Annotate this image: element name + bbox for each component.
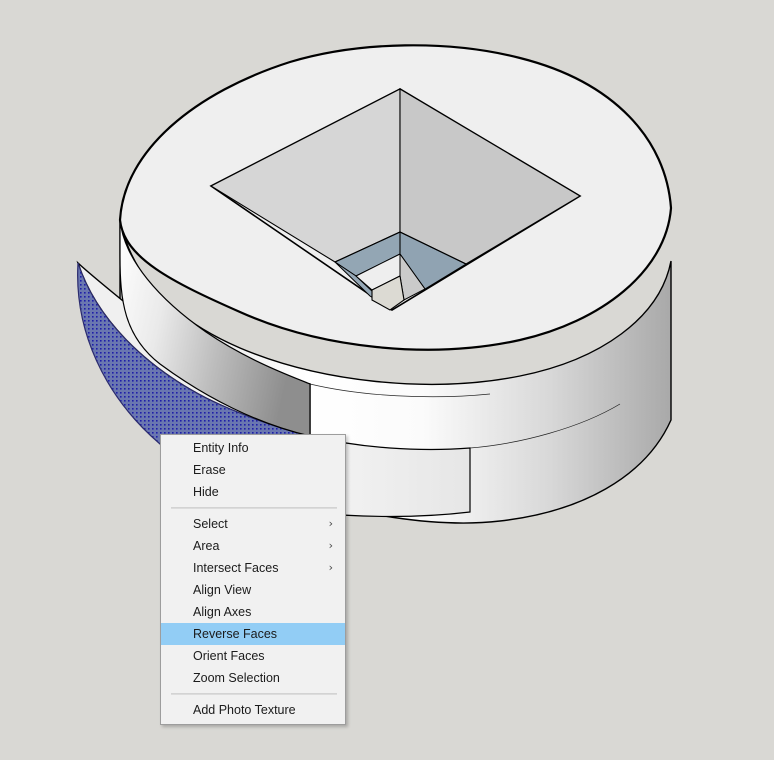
menu-item-add-photo-texture[interactable]: Add Photo Texture [161,699,345,721]
menu-item-label: Orient Faces [193,649,265,663]
model-viewport[interactable] [0,0,774,760]
menu-item-hide[interactable]: Hide [161,481,345,503]
menu-item-erase[interactable]: Erase [161,459,345,481]
chevron-right-icon: › [328,539,333,552]
menu-item-label: Select [193,517,228,531]
menu-item-label: Align View [193,583,252,597]
menu-item-label: Intersect Faces [193,561,279,575]
menu-item-reverse-faces[interactable]: Reverse Faces [161,623,345,645]
chevron-right-icon: › [328,561,333,574]
menu-item-label: Zoom Selection [193,671,280,685]
context-menu[interactable]: Entity Info Erase Hide Select › Area › I… [160,434,346,725]
menu-item-intersect-faces[interactable]: Intersect Faces › [161,557,345,579]
menu-item-label: Add Photo Texture [193,703,296,717]
menu-item-orient-faces[interactable]: Orient Faces [161,645,345,667]
menu-item-zoom-selection[interactable]: Zoom Selection [161,667,345,689]
menu-separator [171,693,337,695]
menu-item-entity-info[interactable]: Entity Info [161,437,345,459]
menu-item-align-view[interactable]: Align View [161,579,345,601]
application-window: Entity Info Erase Hide Select › Area › I… [0,0,774,760]
menu-item-align-axes[interactable]: Align Axes [161,601,345,623]
chevron-right-icon: › [328,517,333,530]
menu-item-area[interactable]: Area › [161,535,345,557]
menu-item-label: Reverse Faces [193,627,278,641]
menu-item-label: Align Axes [193,605,252,619]
menu-separator [171,507,337,509]
menu-item-select[interactable]: Select › [161,513,345,535]
menu-item-label: Entity Info [193,441,249,455]
menu-item-label: Erase [193,463,226,477]
menu-item-label: Area [193,539,220,553]
menu-item-label: Hide [193,485,219,499]
